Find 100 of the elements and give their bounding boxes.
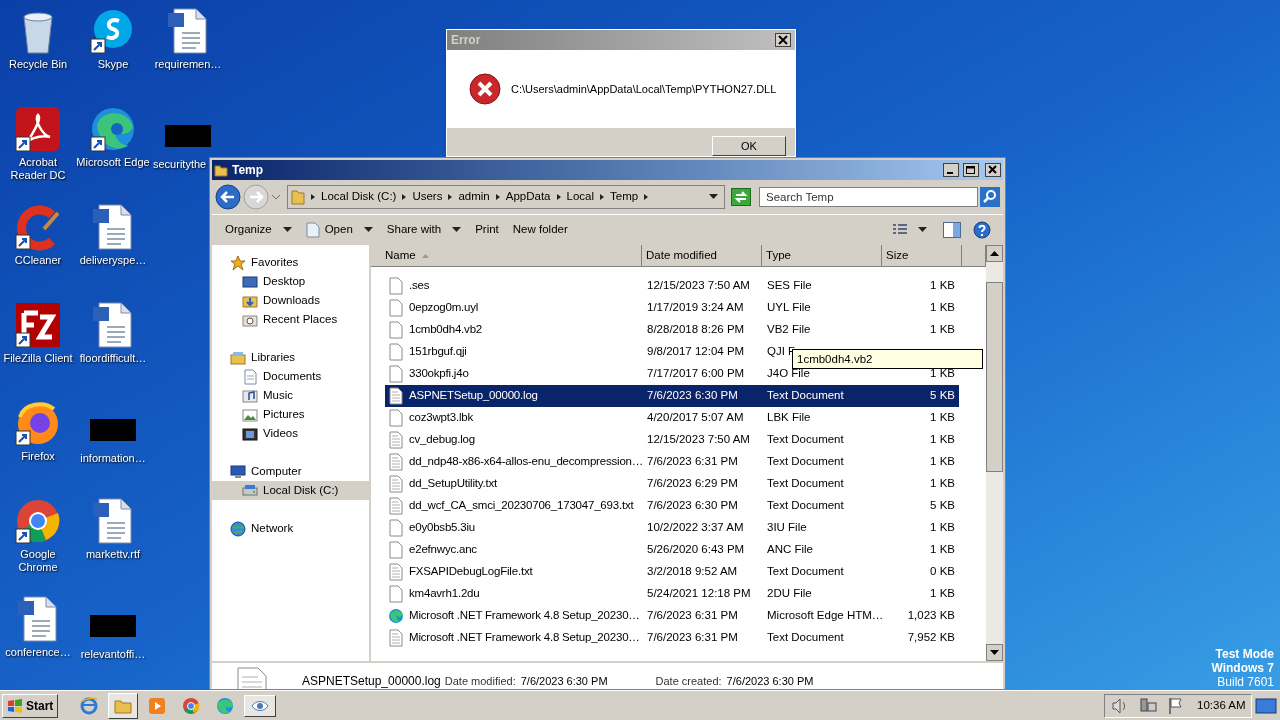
icon-label[interactable]: CCleaner [14,254,62,267]
icon-label[interactable]: markettv.rtf [85,548,141,561]
file-row[interactable]: coz3wpt3.lbk 4/20/2017 5:07 AM LBK File 1 KB [385,407,959,429]
breadcrumb-item[interactable]: Users [412,188,443,206]
filezilla-icon[interactable] [14,301,62,349]
nav-item[interactable]: Desktop [212,272,369,291]
file-row[interactable]: km4avrh1.2du 5/24/2021 12:18 PM 2DU File 1 KB [385,583,959,605]
nav-item[interactable]: Pictures [212,405,369,424]
back-icon[interactable] [215,184,241,210]
toolbar-button[interactable]: Share with [379,218,469,242]
file-row[interactable]: dd_wcf_CA_smci_20230706_173047_693.txt 7/6/2023 6:30 PM Text Document 5 KB [385,495,959,517]
taskbar-button[interactable] [108,692,139,719]
ccleaner-icon[interactable] [14,203,62,251]
nav-item[interactable]: Local Disk (C:) [212,481,369,500]
maximize-icon[interactable] [963,163,979,177]
view-options-icon[interactable] [892,223,908,237]
nav-item[interactable]: Music [212,386,369,405]
network-icon[interactable] [1139,696,1157,715]
redacted-thumbnail[interactable] [90,615,136,637]
file-row[interactable]: dd_ndp48-x86-x64-allos-enu_decompression… 7/6/2023 6:31 PM Text Document 1 KB [385,451,959,473]
file-row[interactable]: 1cmb0dh4.vb2 8/28/2018 8:26 PM VB2 File 1 KB [385,319,959,341]
toolbar-button[interactable]: Print [468,218,506,242]
toolbar-button[interactable]: Organize [218,218,299,242]
preview-pane-icon[interactable] [943,222,961,238]
acrobat-icon[interactable] [14,105,62,153]
icon-label[interactable]: requiremen… [154,58,222,71]
column-header[interactable]: Date modified [642,245,762,266]
file-row[interactable]: e0y0bsb5.3iu 10/2/2022 3:37 AM 3IU File 1 KB [385,517,959,539]
edge-icon[interactable] [89,105,137,153]
redacted-thumbnail[interactable] [165,125,211,147]
chevron-icon[interactable] [599,193,606,201]
icon-label[interactable]: floordifficult… [79,352,147,365]
redacted-thumbnail[interactable] [90,419,136,441]
file-row[interactable]: e2efnwyc.anc 5/26/2020 6:43 PM ANC File 1 KB [385,539,959,561]
column-header[interactable]: Name [371,245,642,266]
column-header[interactable]: Type [762,245,882,266]
folder-icon [291,189,305,205]
nav-item[interactable]: Downloads [212,291,369,310]
chrome-icon[interactable] [14,497,62,545]
nav-item[interactable]: Network [212,519,369,538]
ok-button[interactable]: OK [712,136,786,156]
close-icon[interactable] [775,33,791,47]
flag-icon[interactable] [1167,696,1185,715]
icon-label[interactable]: Recycle Bin [8,58,68,71]
file-row[interactable]: Microsoft .NET Framework 4.8 Setup_20230… 7/6/2023 6:31 PM Text Document 7,952 KB [385,627,959,649]
scrollbar[interactable] [986,245,1003,661]
breadcrumb-item[interactable]: Local [566,188,595,206]
icon-label[interactable]: Google Chrome [6,548,70,574]
nav-item[interactable]: Documents [212,367,369,386]
breadcrumb-item[interactable]: AppData [505,188,551,206]
nav-item[interactable]: Libraries [212,348,369,367]
nav-item[interactable]: Computer [212,462,369,481]
taskbar-button[interactable] [244,694,277,717]
show-desktop-icon[interactable] [1255,696,1277,715]
chevron-icon[interactable] [494,193,501,201]
breadcrumb-item[interactable]: admin [458,188,490,206]
chevron-icon[interactable] [447,193,454,201]
file-row[interactable]: ASPNETSetup_00000.log 7/6/2023 6:30 PM Text Document 5 KB [385,385,959,407]
file-row[interactable]: cv_debug.log 12/15/2023 7:50 AM Text Document 1 KB [385,429,959,451]
file-row[interactable]: Microsoft .NET Framework 4.8 Setup_20230… 7/6/2023 6:31 PM Microsoft Edge HTM… 1,023 KB [385,605,959,627]
nav-item[interactable]: Videos [212,424,369,443]
address-bar[interactable]: Local Disk (C:) Users admin AppData Local Temp [287,185,725,209]
breadcrumb-item[interactable]: Temp [610,188,639,206]
nav-item[interactable]: Favorites [212,253,369,272]
icon-label[interactable]: FileZilla Client [3,352,73,365]
icon-label[interactable]: securitythe [153,158,207,171]
close-icon[interactable] [985,163,1001,177]
chevron-icon[interactable] [310,193,316,201]
minimize-icon[interactable] [943,163,959,177]
icon-label[interactable]: deliveryspe… [79,254,147,267]
clock[interactable]: 10:36 AM [1197,696,1246,715]
scroll-down-icon[interactable] [986,644,1003,661]
icon-label[interactable]: Microsoft Edge [76,156,150,169]
breadcrumb-item[interactable]: Local Disk (C:) [321,188,397,206]
search-icon[interactable] [980,187,1000,207]
toolbar-button[interactable]: New folder [505,218,575,242]
scroll-up-icon[interactable] [986,245,1003,262]
column-header[interactable]: Size [882,245,962,266]
scroll-thumb[interactable] [986,282,1003,472]
file-row[interactable]: FXSAPIDebugLogFile.txt 3/2/2018 9:52 AM Text Document 0 KB [385,561,959,583]
chevron-icon[interactable] [401,193,408,201]
chevron-icon[interactable] [643,193,650,201]
dropdown-icon[interactable] [709,194,718,200]
file-row[interactable]: 0epzog0m.uyl 1/17/2019 3:24 AM UYL File 1 KB [385,297,959,319]
icon-label[interactable]: conference… [5,646,71,659]
icon-label[interactable]: Skype [97,58,129,71]
file-row[interactable]: dd_SetupUtility.txt 7/6/2023 6:29 PM Text Document 1 KB [385,473,959,495]
toolbar-button[interactable]: Open [298,218,380,242]
icon-label[interactable]: relevantoffi… [80,648,146,661]
icon-label[interactable]: information… [80,452,146,465]
help-icon[interactable] [973,221,991,239]
dropdown-icon[interactable] [918,227,927,233]
file-row[interactable]: .ses 12/15/2023 7:50 AM SES File 1 KB [385,275,959,297]
search-field[interactable]: Search Temp [759,187,978,207]
refresh-icon[interactable] [731,188,751,206]
nav-item[interactable]: Recent Places [212,310,369,329]
start-button[interactable]: Start [2,693,59,718]
chevron-icon[interactable] [555,193,562,201]
icon-label[interactable]: Acrobat Reader DC [6,156,70,182]
icon-label[interactable]: Firefox [21,450,55,463]
